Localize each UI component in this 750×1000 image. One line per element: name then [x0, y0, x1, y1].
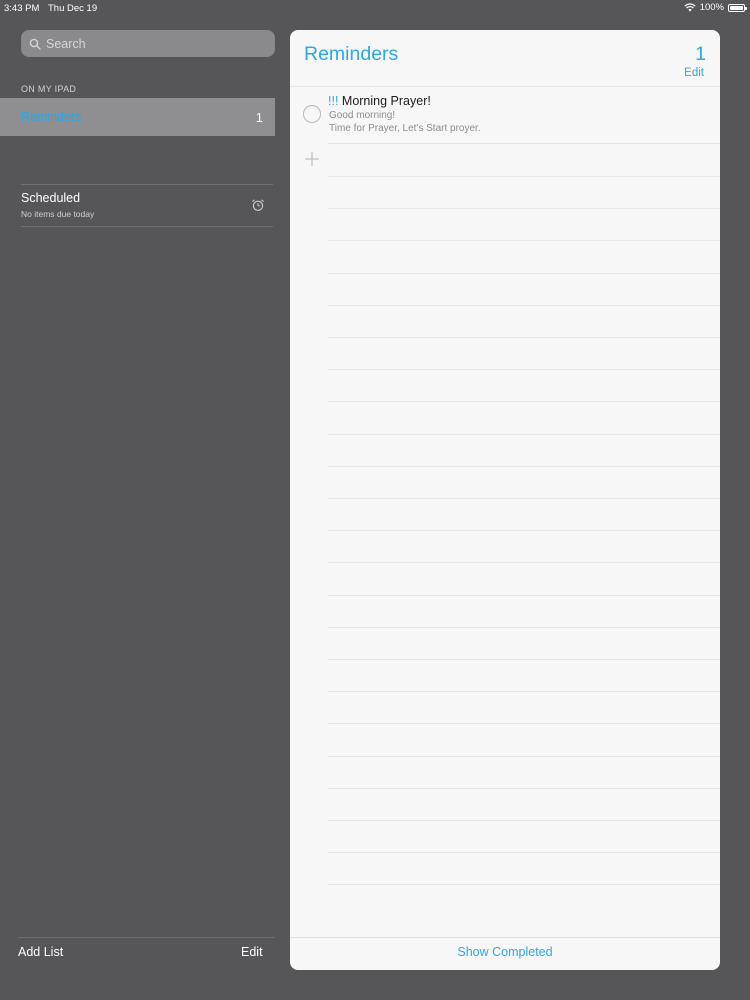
show-completed-button[interactable]: Show Completed	[290, 945, 720, 959]
divider	[290, 937, 720, 938]
divider	[21, 184, 273, 185]
section-header: ON MY IPAD	[21, 84, 77, 94]
ruled-line	[328, 562, 720, 563]
ruled-lines	[328, 176, 720, 936]
reminder-count: 1	[695, 43, 706, 65]
divider	[18, 937, 275, 938]
scheduled-subtitle: No items due today	[21, 209, 95, 219]
ruled-line	[328, 337, 720, 338]
ruled-line	[328, 884, 720, 885]
ruled-line	[328, 788, 720, 789]
reminders-panel: Reminders 1 Edit !!! Morning Prayer! Goo…	[290, 30, 720, 970]
ruled-line	[328, 595, 720, 596]
scheduled-title: Scheduled	[21, 191, 81, 205]
ruled-line	[328, 466, 720, 467]
divider	[328, 143, 720, 144]
battery-percent: 100%	[699, 2, 724, 13]
ruled-line	[328, 659, 720, 660]
sidebar-item-reminders[interactable]: Reminders 1	[0, 98, 275, 136]
wifi-icon	[684, 3, 696, 12]
ruled-line	[328, 434, 720, 435]
status-time: 3:43 PM	[4, 3, 40, 14]
ruled-line	[328, 369, 720, 370]
reminder-title-line: !!! Morning Prayer!	[328, 94, 431, 108]
sidebar-edit-button[interactable]: Edit	[241, 945, 263, 959]
ruled-line	[328, 401, 720, 402]
complete-checkbox[interactable]	[303, 105, 321, 123]
ruled-line	[328, 208, 720, 209]
ruled-line	[328, 240, 720, 241]
ruled-line	[328, 627, 720, 628]
divider	[21, 226, 273, 227]
ruled-line	[328, 498, 720, 499]
ruled-line	[328, 691, 720, 692]
ruled-line	[328, 305, 720, 306]
alarm-clock-icon	[252, 199, 264, 211]
ruled-line	[328, 756, 720, 757]
list-item[interactable]: !!! Morning Prayer! Good morning! Time f…	[290, 87, 720, 144]
ruled-line	[328, 852, 720, 853]
ruled-line	[328, 530, 720, 531]
ruled-line	[328, 820, 720, 821]
search-input[interactable]	[46, 36, 266, 51]
reminder-title: Morning Prayer!	[341, 94, 431, 108]
search-icon	[29, 38, 41, 50]
search-bar[interactable]	[21, 30, 275, 57]
ruled-line	[328, 723, 720, 724]
status-date: Thu Dec 19	[48, 3, 98, 14]
status-bar: 3:43 PM Thu Dec 19 100%	[0, 0, 750, 16]
battery-icon	[728, 3, 747, 12]
panel-edit-button[interactable]: Edit	[684, 67, 704, 79]
status-right: 100%	[684, 2, 747, 13]
ruled-line	[328, 273, 720, 274]
reminder-note: Time for Prayer, Let's Start proyer.	[329, 123, 481, 134]
add-list-button[interactable]: Add List	[18, 945, 63, 959]
priority-marker: !!!	[328, 94, 339, 108]
sidebar-item-count: 1	[255, 109, 263, 125]
battery-fill	[730, 5, 743, 10]
reminder-note: Good morning!	[329, 110, 396, 121]
sidebar-item-scheduled[interactable]: Scheduled No items due today	[21, 186, 273, 226]
sidebar-item-label: Reminders	[21, 110, 82, 124]
plus-icon[interactable]	[304, 151, 320, 167]
battery-tip	[745, 6, 747, 10]
page-title: Reminders	[304, 43, 399, 65]
ruled-line	[328, 176, 720, 177]
